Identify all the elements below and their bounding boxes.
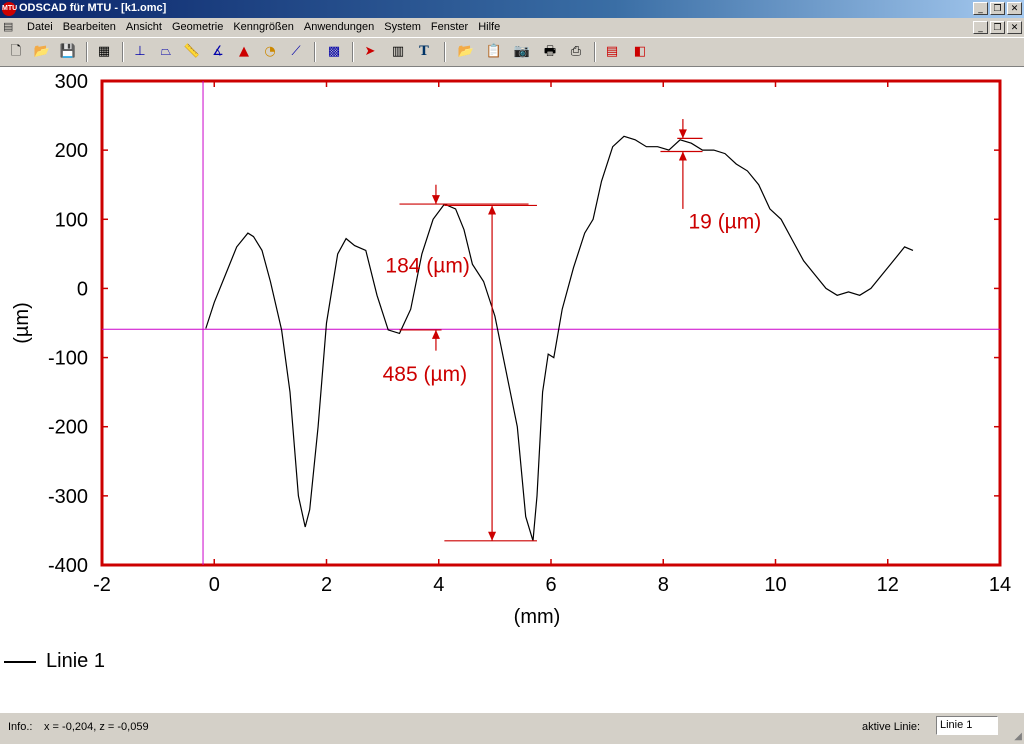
triangle-icon[interactable]: ▲ — [234, 42, 254, 62]
x-tick-label: 10 — [764, 574, 786, 596]
radius-icon[interactable]: ◔ — [260, 42, 280, 62]
child-restore-button[interactable]: ❐ — [990, 21, 1005, 34]
y-axis-label: (µm) — [11, 302, 33, 344]
resize-grip-icon[interactable]: ◢ — [1014, 731, 1022, 742]
x-tick-label: -2 — [93, 574, 111, 596]
menu-system[interactable]: System — [379, 21, 426, 33]
menu-fenster[interactable]: Fenster — [426, 21, 473, 33]
print-preview-icon[interactable]: 🖶 — [540, 42, 560, 62]
window-controls: _ ❐ ✕ — [973, 2, 1022, 15]
restore-button[interactable]: ❐ — [990, 2, 1005, 15]
x-tick-label: 14 — [989, 574, 1011, 596]
ruler-icon[interactable]: 📏 — [182, 42, 202, 62]
grid-icon[interactable]: ▩ — [324, 42, 344, 62]
menu-kenngroessen[interactable]: Kenngrößen — [228, 21, 299, 33]
y-tick-label: -300 — [48, 486, 88, 508]
annotation-19-arrow-top — [678, 129, 687, 139]
child-close-button[interactable]: ✕ — [1007, 21, 1022, 34]
text-icon[interactable]: T — [414, 42, 434, 62]
child-minimize-button[interactable]: _ — [973, 21, 988, 34]
folder-open-icon[interactable]: 📂 — [456, 42, 476, 62]
app-icon[interactable]: MTU — [2, 2, 17, 16]
save-icon[interactable]: 💾 — [58, 42, 78, 62]
menu-hilfe[interactable]: Hilfe — [473, 21, 505, 33]
close-button[interactable]: ✕ — [1007, 2, 1022, 15]
plot-frame — [100, 79, 1002, 567]
toolbar: 🗋 📂 💾 ▦ ⊥ ⏢ 📏 ∡ ▲ ◔ ⟋ ▩ ➤ ▥ T 📂 📋 📷 🖶 ⎙ … — [0, 37, 1024, 67]
y-tick-label: 200 — [55, 140, 88, 162]
angle-icon[interactable]: ∡ — [208, 42, 228, 62]
new-icon[interactable]: 🗋 — [6, 42, 26, 62]
measure-icon[interactable]: ⊥ — [130, 42, 150, 62]
export-icon[interactable]: ➤ — [360, 42, 380, 62]
annotation-184-label: 184 (µm) — [385, 255, 469, 278]
annotation-485-label: 485 (µm) — [383, 363, 467, 386]
table-icon[interactable]: ▦ — [94, 42, 114, 62]
legend-label: Linie 1 — [46, 650, 105, 672]
x-tick-label: 8 — [658, 574, 669, 596]
window-title: ODSCAD für MTU - [k1.omc] — [19, 2, 167, 14]
y-tick-label: 300 — [55, 71, 88, 93]
x-axis-label: (mm) — [514, 606, 561, 627]
menu-bar: ▤ Datei Bearbeiten Ansicht Geometrie Ken… — [0, 18, 1024, 37]
annotation-19-label: 19 (µm) — [689, 210, 762, 233]
annotation-485-arrow-top — [488, 205, 497, 215]
annotation-485-arrow-bottom — [488, 531, 497, 541]
report-icon[interactable]: ▥ — [388, 42, 408, 62]
status-coordinates: x = -0,204, z = -0,059 — [44, 721, 149, 733]
x-tick-label: 2 — [321, 574, 332, 596]
y-tick-label: 0 — [77, 278, 88, 300]
series-line-linie-1 — [205, 135, 914, 541]
legend-swatch — [4, 660, 36, 663]
active-line-label: aktive Linie: — [862, 721, 921, 733]
menu-bearbeiten[interactable]: Bearbeiten — [58, 21, 121, 33]
line-icon[interactable]: ⟋ — [286, 42, 306, 62]
color-icon[interactable]: ▤ — [602, 42, 622, 62]
menu-geometrie[interactable]: Geometrie — [167, 21, 228, 33]
legend: Linie 1 — [4, 650, 105, 673]
clipboard-icon[interactable]: 📋 — [484, 42, 504, 62]
y-tick-label: -200 — [48, 417, 88, 439]
annotation-184-arrow-bottom — [431, 329, 440, 339]
status-info-label: Info.: — [8, 721, 33, 733]
title-bar[interactable]: MTU ODSCAD für MTU - [k1.omc] _ ❐ ✕ — [0, 0, 1024, 18]
child-window-controls: _ ❐ ✕ — [973, 21, 1022, 34]
annotation-184-arrow-top — [431, 195, 440, 205]
camera-icon[interactable]: 📷 — [512, 42, 532, 62]
status-bar: Info.: x = -0,204, z = -0,059 aktive Lin… — [0, 712, 1024, 744]
annotation-19-arrow-bottom — [678, 151, 687, 161]
y-tick-label: 100 — [55, 209, 88, 231]
x-tick-label: 6 — [545, 574, 556, 596]
x-tick-label: 4 — [433, 574, 444, 596]
active-line-field[interactable]: Linie 1 — [936, 716, 998, 735]
profile-chart[interactable]: -2 0 2 4 6 8 10 12 14 300 200 100 0 -100 -200 -300 -400 (… — [0, 67, 1024, 627]
open-icon[interactable]: 📂 — [32, 42, 52, 62]
layer-icon[interactable]: ◧ — [630, 42, 650, 62]
document-icon[interactable]: ▤ — [3, 20, 13, 33]
menu-ansicht[interactable]: Ansicht — [121, 21, 167, 33]
print-icon[interactable]: ⎙ — [566, 42, 586, 62]
chart-area[interactable]: -2 0 2 4 6 8 10 12 14 300 200 100 0 -100 -200 -300 -400 (… — [0, 67, 1024, 712]
minimize-button[interactable]: _ — [973, 2, 988, 15]
menu-datei[interactable]: Datei — [22, 21, 58, 33]
x-tick-label: 12 — [877, 574, 899, 596]
y-tick-label: -400 — [48, 555, 88, 577]
x-tick-label: 0 — [209, 574, 220, 596]
trapezoid-icon[interactable]: ⏢ — [156, 42, 176, 62]
menu-anwendungen[interactable]: Anwendungen — [299, 21, 379, 33]
y-tick-label: -100 — [48, 348, 88, 370]
